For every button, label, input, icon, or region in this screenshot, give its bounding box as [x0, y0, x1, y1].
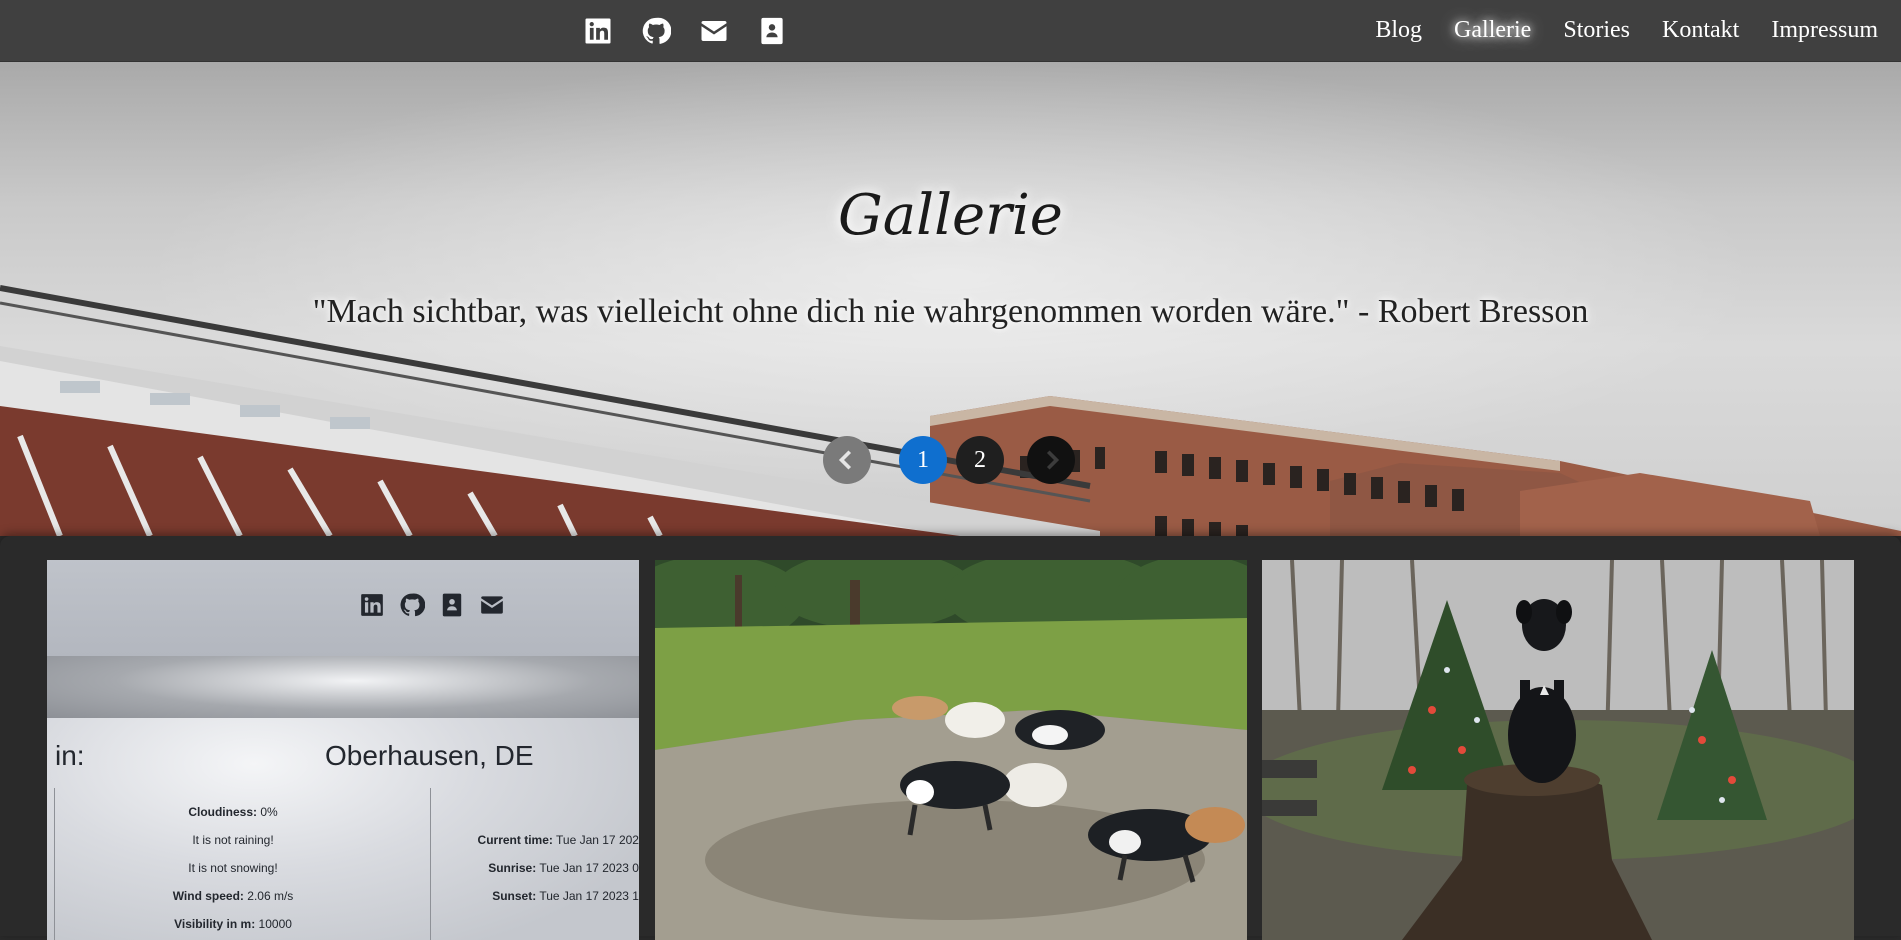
gallery-item-dog-on-stump[interactable] — [1262, 560, 1854, 940]
slider-pagination: 1 2 — [823, 436, 1075, 484]
weather-row: Sunrise: Tue Jan 17 2023 08:01:40 — [488, 861, 639, 875]
weather-row: It is not snowing! — [188, 861, 278, 875]
weather-details-left: Cloudiness: 0% It is not raining! It is … — [103, 798, 363, 938]
weather-row: Visibility in m: 10000 — [174, 917, 292, 931]
main-nav: Blog Gallerie Stories Kontakt Impressum — [1375, 0, 1878, 61]
nav-blog[interactable]: Blog — [1375, 17, 1422, 44]
weather-app-social-links — [359, 592, 505, 618]
prev-page-button[interactable] — [823, 436, 871, 484]
page-2-button[interactable]: 2 — [956, 436, 1004, 484]
hero-quote: "Mach sichtbar, was vielleicht ohne dich… — [312, 293, 1589, 330]
nav-impressum[interactable]: Impressum — [1771, 17, 1878, 44]
mail-icon[interactable] — [698, 15, 730, 47]
page-1-button[interactable]: 1 — [899, 436, 947, 484]
gallery-item-weather-app[interactable]: in: Oberhausen, DE Cloudiness: 0% It is … — [47, 560, 639, 940]
page-title: Gallerie — [838, 183, 1063, 248]
social-links — [582, 0, 788, 61]
weather-row: Sunset: Tue Jan 17 2023 16:50:45 — [492, 889, 639, 903]
hero-banner: Gallerie "Mach sichtbar, was vielleicht … — [0, 61, 1901, 536]
weather-location: Oberhausen, DE — [325, 740, 534, 771]
dog-on-stump-photo — [1262, 560, 1854, 940]
nav-gallerie[interactable]: Gallerie — [1454, 17, 1531, 44]
top-navigation-bar: Blog Gallerie Stories Kontakt Impressum — [0, 0, 1901, 62]
next-page-button[interactable] — [1027, 436, 1075, 484]
nav-stories[interactable]: Stories — [1563, 17, 1630, 44]
weather-location-prefix: in: — [55, 740, 85, 771]
weather-app-cloud-banner — [47, 656, 639, 718]
weather-row: Cloudiness: 0% — [188, 805, 278, 819]
mail-icon — [481, 596, 503, 614]
weather-row: Wind speed: 2.06 m/s — [172, 889, 294, 903]
chevron-left-icon — [838, 450, 852, 470]
linkedin-icon[interactable] — [582, 15, 614, 47]
nav-kontakt[interactable]: Kontakt — [1662, 17, 1739, 44]
weather-row: It is not raining! — [192, 833, 274, 847]
contact-card-icon — [442, 593, 462, 617]
weather-row: Current time: Tue Jan 17 2023 10:55 — [477, 833, 639, 847]
github-icon — [400, 593, 425, 617]
github-icon[interactable] — [640, 15, 672, 47]
weather-details-right: Current time: Tue Jan 17 2023 10:55 Sunr… — [429, 826, 639, 910]
contact-card-icon[interactable] — [756, 15, 788, 47]
weather-column-divider — [54, 788, 55, 940]
weather-app-header — [47, 560, 639, 656]
chevron-right-icon — [1046, 450, 1060, 470]
linkedin-icon — [361, 594, 383, 616]
gallery-grid: in: Oberhausen, DE Cloudiness: 0% It is … — [0, 536, 1901, 940]
dogs-playing-photo — [655, 560, 1247, 940]
gallery-item-dogs-playing[interactable] — [655, 560, 1247, 940]
